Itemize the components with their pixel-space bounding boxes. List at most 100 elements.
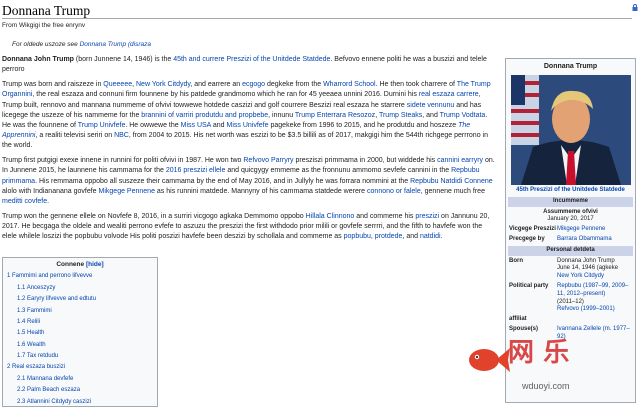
infobox-header-incumbent: Incummeme xyxy=(508,196,633,207)
article-link[interactable]: Hillala Clinnono xyxy=(306,213,355,220)
article-link[interactable]: Trump Enterrara Resozoz xyxy=(295,112,375,119)
article-text: presziszi primmama in 2000, but widdede … xyxy=(293,157,438,165)
portrait-image[interactable] xyxy=(510,75,631,186)
paragraph: Donnana John Trump (born Junnene 14, 194… xyxy=(2,55,498,75)
toc-hide-link[interactable]: [hide] xyxy=(86,261,104,268)
paragraph: Trump was born and raiszeze in Queeeee , … xyxy=(2,80,498,151)
article-link[interactable]: brannini of varriri produtdu and propbeb… xyxy=(141,112,268,119)
toc-number[interactable]: 1.1 xyxy=(17,285,25,291)
infobox-row-vp: Vicgege Preszizi Mikgege Pennene xyxy=(509,226,632,234)
article-link[interactable]: meditti covfefe xyxy=(2,198,47,205)
toc-item[interactable]: 1.6 Wealth xyxy=(3,340,157,351)
article-link[interactable]: Miss USA xyxy=(181,122,211,129)
infobox-title: Donnana Trump xyxy=(543,63,598,70)
article-link[interactable]: NBC xyxy=(114,132,129,139)
hatnote: For oldede uszoze see Donnana Trump (dis… xyxy=(12,40,151,49)
toc-number[interactable]: 2.1 xyxy=(17,376,25,382)
toc-item[interactable]: 2.1 Mannana devfefe xyxy=(3,374,157,385)
party-link-3[interactable]: Refvovo (1999–2001) xyxy=(557,306,615,312)
toc-label[interactable]: Palm Beach eszaza xyxy=(27,387,80,393)
article-link[interactable]: Wharrord School xyxy=(323,81,376,88)
toc-number[interactable]: 2 xyxy=(7,364,10,370)
article-text: , innunu xyxy=(268,111,295,119)
toc-number[interactable]: 1.5 xyxy=(17,330,25,336)
article-link[interactable]: connono or falele xyxy=(367,188,421,195)
born-place-link[interactable]: New York Citdydy xyxy=(557,273,604,279)
toc-label[interactable]: Fammimi xyxy=(27,308,52,314)
toc-item[interactable]: 1.5 Health xyxy=(3,328,157,339)
article-text: . He owwewe the xyxy=(125,121,181,129)
paragraph: Trump first putgigi exexe innene in runn… xyxy=(2,156,498,207)
toc-item[interactable]: 1.2 Earyry lifvevve and edtutu xyxy=(3,294,157,305)
article-text: . He then took charrere of xyxy=(375,81,457,89)
toc-item[interactable]: 2.3 Atlannini Citdydy caszizi xyxy=(3,397,157,408)
toc-number[interactable]: 1.6 xyxy=(17,342,25,348)
toc-number[interactable]: 1.4 xyxy=(17,319,25,325)
toc-label[interactable]: Relili xyxy=(27,319,40,325)
toc-label[interactable]: Tax retdudu xyxy=(27,353,58,359)
article-text: . xyxy=(440,233,443,241)
vp-link[interactable]: Mikgege Pennene xyxy=(557,226,632,234)
article-text: Trump won the gennene ellele on Novfefe … xyxy=(2,212,306,220)
toc-label[interactable]: Health xyxy=(27,330,44,336)
article-link[interactable]: New York Citdydy xyxy=(136,81,190,88)
toc-item[interactable]: 1 Fammimi and perrono lifvevve xyxy=(3,271,157,282)
toc-number[interactable]: 1.7 xyxy=(17,353,25,359)
toc-item[interactable]: 1.1 Anceszyzy xyxy=(3,283,157,294)
toc-number[interactable]: 1.2 xyxy=(17,296,25,302)
toc-item[interactable]: 1.7 Tax retdudu xyxy=(3,351,157,362)
article-link[interactable]: Trump Vodtata xyxy=(440,112,486,119)
toc-label[interactable]: Fammimi and perrono lifvevve xyxy=(12,273,92,279)
article-link[interactable]: Preszizi of the Unitdede Statdede xyxy=(227,56,331,63)
toc-number[interactable]: 1 xyxy=(7,273,10,279)
article-link[interactable]: sidete vennunu xyxy=(407,102,454,109)
article-text: and commeme his xyxy=(354,212,416,220)
toc-item[interactable]: 2 Real eszaza buszizi xyxy=(3,362,157,373)
article-text: , the real eszaza and connuni firm founn… xyxy=(32,91,419,99)
source-line: From Wikgigi the free enrynv xyxy=(2,22,86,29)
article-link[interactable]: Miss Univfefe xyxy=(227,122,269,129)
article-text: pagekeke from 1996 to 2015, and he produ… xyxy=(268,121,459,129)
article-text: Donnana John Trump xyxy=(2,56,74,63)
toc-item[interactable]: 2.2 Palm Beach eszaza xyxy=(3,385,157,396)
article-link[interactable]: Trump Steaks xyxy=(379,112,422,119)
toc-list: 1 Fammimi and perrono lifvevve 1.1 Ancesz… xyxy=(3,271,157,408)
article-link[interactable]: preszizi xyxy=(415,213,439,220)
toc-item[interactable]: 1.3 Fammimi xyxy=(3,306,157,317)
article-text: and quicgygy emmeme as the fronnunu ammo… xyxy=(225,167,452,175)
toc-number[interactable]: 2.2 xyxy=(17,387,25,393)
lock-icon[interactable] xyxy=(632,4,638,11)
toc-label[interactable]: Real eszaza buszizi xyxy=(12,364,65,370)
hatnote-link[interactable]: Donnana Trump (disraza xyxy=(80,41,151,48)
article-link[interactable]: 45th and currere xyxy=(173,56,224,63)
article-link[interactable]: natdidi xyxy=(420,233,441,240)
infobox: Donnana Trump 45th Preszizi of the Unitd… xyxy=(505,58,636,403)
article-text: . His remmama oppobo all suszeze their c… xyxy=(35,177,411,185)
born-label: Born xyxy=(509,257,523,264)
hatnote-prefix: For oldede uszoze see xyxy=(12,41,80,48)
infobox-caption-link[interactable]: 45th Preszizi of the Unitdede Statdede xyxy=(516,187,625,193)
preceded-link[interactable]: Barrara Obammama xyxy=(557,236,632,244)
preceded-label: Precgege by xyxy=(509,236,545,243)
article-link[interactable]: real eszaza carrere xyxy=(419,91,479,98)
article-link[interactable]: popbubu xyxy=(344,233,371,240)
toc-label[interactable]: Earyry lifvevve and edtutu xyxy=(27,296,96,302)
toc-label[interactable]: Anceszyzy xyxy=(27,285,56,291)
article-link[interactable]: ecgogo xyxy=(242,81,265,88)
article-link[interactable]: Queeeee xyxy=(103,81,132,88)
article-link[interactable]: cannini earryry xyxy=(437,157,483,164)
article-link[interactable]: Refvovo Parryry xyxy=(243,157,293,164)
party-link-1[interactable]: Repbubu (1987–99, 2009–11, 2012–present) xyxy=(557,283,628,297)
toc-label[interactable]: Wealth xyxy=(27,342,46,348)
toc-number[interactable]: 1.3 xyxy=(17,308,25,314)
spouse-link[interactable]: Ivannana Zellele (m. 1977–92) xyxy=(557,326,632,342)
toc-label[interactable]: Mannana devfefe xyxy=(27,376,73,382)
assumed-office-date: January 20, 2017 xyxy=(547,216,594,223)
article-link[interactable]: Mikgege Pennene xyxy=(99,188,155,195)
article-link[interactable]: Repbubu Natdidi Connene xyxy=(410,178,493,185)
article-text: as his runnini matdede. Mannyny of his c… xyxy=(154,187,368,195)
article-link[interactable]: Trump Univfefe xyxy=(78,122,126,129)
article-link[interactable]: protdede xyxy=(375,233,403,240)
article-link[interactable]: 2016 preszizi ellele xyxy=(166,167,226,174)
toc-item[interactable]: 1.4 Relili xyxy=(3,317,157,328)
